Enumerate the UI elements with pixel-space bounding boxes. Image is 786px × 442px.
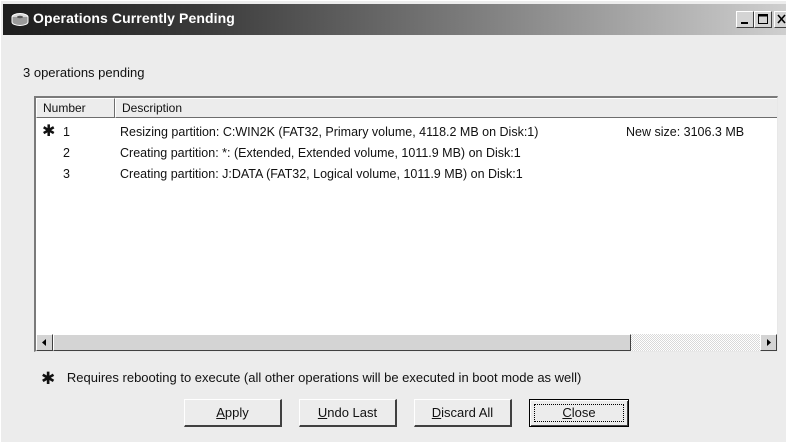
hard-disk-icon: [11, 13, 29, 26]
pending-count-label: 3 operations pending: [23, 65, 145, 80]
scroll-left-button[interactable]: [36, 334, 53, 351]
list-header: Number Description: [36, 98, 777, 118]
arrow-left-icon: [42, 339, 46, 346]
column-header-description[interactable]: Description: [115, 98, 777, 118]
maximize-icon: [758, 14, 768, 24]
close-icon: [777, 14, 786, 24]
list-item[interactable]: 2 Creating partition: *: (Extended, Exte…: [36, 143, 777, 163]
operation-number: 2: [63, 146, 70, 160]
undo-last-label: ndo Last: [327, 404, 378, 420]
close-button[interactable]: Close: [529, 399, 629, 427]
reboot-note-text: Requires rebooting to execute (all other…: [66, 370, 582, 385]
operations-pending-dialog: Operations Currently Pending 3 operation…: [0, 0, 786, 442]
close-window-button[interactable]: [774, 11, 786, 28]
list-item[interactable]: 3 Creating partition: J:DATA (FAT32, Log…: [36, 164, 777, 184]
operation-description: Creating partition: J:DATA (FAT32, Logic…: [120, 167, 523, 181]
minimize-button[interactable]: [736, 11, 754, 28]
scrollbar-thumb[interactable]: [53, 334, 631, 351]
operation-new-size: New size: 3106.3 MB: [626, 125, 745, 139]
column-header-number[interactable]: Number: [36, 98, 115, 118]
undo-last-button[interactable]: Undo Last: [299, 399, 397, 427]
window-title: Operations Currently Pending: [33, 10, 235, 26]
discard-all-button[interactable]: Discard All: [414, 399, 512, 427]
list-item[interactable]: ✱ 1 Resizing partition: C:WIN2K (FAT32, …: [36, 122, 777, 142]
arrow-right-icon: [767, 339, 771, 346]
title-bar[interactable]: Operations Currently Pending: [3, 4, 786, 35]
undo-last-mnemonic: U: [317, 404, 328, 420]
discard-all-label: iscard All: [441, 404, 494, 420]
minimize-icon: [741, 22, 748, 24]
scroll-right-button[interactable]: [760, 334, 777, 351]
discard-all-mnemonic: D: [431, 404, 442, 420]
operation-number: 1: [63, 125, 70, 139]
operations-list[interactable]: Number Description ✱ 1 Resizing partitio…: [34, 96, 778, 352]
apply-mnemonic: A: [216, 404, 225, 420]
operation-description: Resizing partition: C:WIN2K (FAT32, Prim…: [120, 125, 539, 139]
reboot-required-icon: ✱: [42, 123, 56, 140]
operation-number: 3: [63, 167, 70, 181]
reboot-required-icon: ✱: [41, 369, 56, 388]
horizontal-scrollbar[interactable]: [36, 334, 777, 351]
close-mnemonic: C: [562, 405, 572, 420]
operation-description: Creating partition: *: (Extended, Extend…: [120, 146, 521, 160]
maximize-button[interactable]: [754, 11, 772, 28]
reboot-note: ✱ Requires rebooting to execute (all oth…: [41, 369, 581, 389]
apply-label: pply: [224, 404, 249, 420]
close-label: lose: [571, 405, 596, 420]
apply-button[interactable]: Apply: [184, 399, 282, 427]
